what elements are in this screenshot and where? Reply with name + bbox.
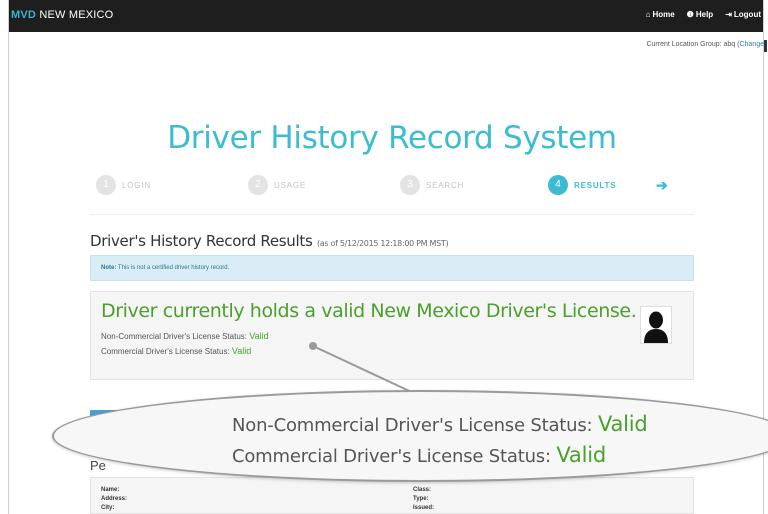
zoom-commercial-status: Commercial Driver's License Status: Vali…	[232, 443, 606, 467]
zoom-commercial-value: Valid	[556, 443, 606, 467]
zoom-non-commercial-label: Non-Commercial Driver's License Status:	[232, 415, 593, 436]
zoom-non-commercial-status: Non-Commercial Driver's License Status: …	[232, 412, 648, 436]
zoom-commercial-label: Commercial Driver's License Status:	[232, 446, 551, 467]
zoom-non-commercial-value: Valid	[597, 412, 648, 436]
magnified-callout	[52, 390, 768, 482]
